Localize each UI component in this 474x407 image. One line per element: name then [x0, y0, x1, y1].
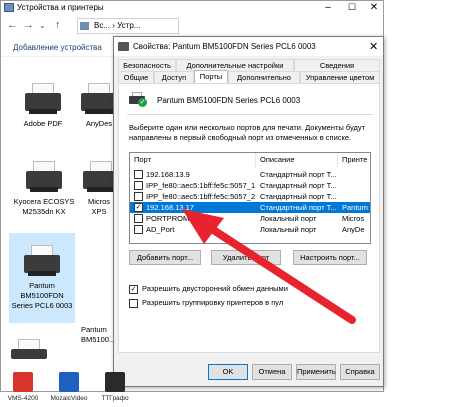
shortcut-label: VMS-4200 — [7, 395, 39, 402]
recent-chevron-icon[interactable]: ⌄ — [39, 21, 46, 30]
port-cell-desc: Локальный порт — [260, 225, 317, 234]
video-app-icon — [59, 372, 79, 392]
close-icon[interactable]: ✕ — [369, 40, 378, 53]
printer-icon — [22, 243, 62, 277]
port-cell-desc: Стандартный порт T... — [260, 203, 337, 212]
port-row[interactable]: IPP_fe80::aec5:1bff:fe5c:5057_1 Стандартн… — [130, 180, 370, 191]
tab-general[interactable]: Общие — [118, 71, 154, 83]
device-tile-pantum-2[interactable]: Pantum BM5100... — [81, 325, 117, 345]
add-device-button[interactable]: Добавление устройства — [13, 43, 102, 52]
column-header-port[interactable]: Порт — [130, 153, 256, 167]
address-bar-row: ← → ⌄ ↑ Вс... › Устр... — [1, 15, 383, 37]
port-checkbox[interactable] — [134, 225, 143, 234]
explorer-titlebar: Устройства и принтеры – ☐ ✕ — [1, 1, 383, 15]
control-panel-icon — [80, 22, 89, 30]
port-cell-port: PORTPROMPT: — [146, 214, 201, 223]
port-cell-printer: Pantum — [342, 203, 368, 212]
desktop-shortcut-ttgrafo[interactable]: ТТГрафо — [92, 372, 138, 402]
device-label: Pantum BM5100... — [81, 325, 116, 344]
device-tile-partial[interactable] — [9, 337, 49, 363]
device-label: Pantum BM5100FDN Series PCL6 0003 — [11, 281, 73, 310]
device-label: Kyocera ECOSYS M2535dn KX — [13, 197, 75, 216]
port-checkbox[interactable] — [134, 214, 143, 223]
port-cell-port: 192.168.13.9 — [146, 170, 190, 179]
port-row[interactable]: PORTPROMPT: Локальный порт Micros — [130, 213, 370, 224]
address-field[interactable]: Вс... › Устр... — [77, 18, 179, 34]
maximize-icon[interactable]: ☐ — [345, 2, 359, 13]
checkbox-label: Разрешить двусторонний обмен данными — [142, 284, 288, 293]
checkbox[interactable]: ✓ — [129, 284, 138, 294]
tab-advanced[interactable]: Дополнительно — [228, 71, 300, 83]
ports-tab-panel: ✓ Pantum BM5100FDN Series PCL6 0003 Выбе… — [118, 83, 380, 353]
port-checkbox[interactable] — [134, 181, 143, 190]
port-cell-port: AD_Port — [146, 225, 175, 234]
printer-icon — [24, 159, 64, 193]
device-tile-pantum-selected[interactable]: Pantum BM5100FDN Series PCL6 0003 — [9, 233, 75, 323]
tab-security[interactable]: Безопасность — [118, 59, 176, 71]
shortcut-label: MozaicVideo — [50, 395, 88, 402]
printer-ready-icon: ✓ — [129, 92, 147, 107]
minimize-icon[interactable]: – — [321, 2, 335, 13]
printer-name: Pantum BM5100FDN Series PCL6 0003 — [157, 96, 301, 105]
port-row[interactable]: 192.168.13.9 Стандартный порт T... — [130, 169, 370, 180]
graph-app-icon — [105, 372, 125, 392]
checkbox-label: Разрешить группировку принтеров в пул — [142, 298, 284, 307]
port-cell-printer: Micros — [342, 214, 365, 223]
device-tile-microsoft-xps[interactable]: Micros XPS — [81, 159, 117, 217]
divider — [127, 114, 373, 115]
printer-icon — [118, 42, 129, 51]
printer-pooling-checkbox[interactable]: Разрешить группировку принтеров в пул — [129, 298, 283, 308]
delete-port-button[interactable]: Удалить порт — [211, 250, 281, 265]
device-tile-kyocera[interactable]: Kyocera ECOSYS M2535dn KX — [9, 159, 79, 217]
port-checkbox[interactable] — [134, 170, 143, 179]
dialog-title: Свойства: Pantum BM5100FDN Series PCL6 0… — [133, 42, 316, 51]
port-row[interactable]: AD_Port Локальный порт AnyDe — [130, 224, 370, 235]
port-cell-desc: Стандартный порт T... — [260, 181, 337, 190]
printer-icon — [9, 337, 49, 359]
close-icon[interactable]: ✕ — [367, 2, 381, 13]
printer-icon — [23, 81, 63, 115]
tab-color-management[interactable]: Управление цветом — [300, 71, 380, 83]
forward-arrow-icon[interactable]: → — [23, 19, 34, 31]
column-header-description[interactable]: Описание — [256, 153, 338, 167]
ports-list[interactable]: Порт Описание Принте 192.168.13.9 Стандар… — [129, 152, 371, 244]
checkbox[interactable] — [129, 298, 138, 308]
printer-properties-dialog: Свойства: Pantum BM5100FDN Series PCL6 0… — [113, 36, 384, 387]
desktop-shortcut-mozaic[interactable]: MozaicVideo — [46, 372, 92, 402]
back-arrow-icon[interactable]: ← — [7, 19, 18, 31]
port-cell-desc: Стандартный порт T... — [260, 170, 337, 179]
bidirectional-support-checkbox[interactable]: ✓ Разрешить двусторонний обмен данными — [129, 284, 288, 294]
port-row[interactable]: IPP_fe80::aec5:1bff:fe5c:5057_2 Стандартн… — [130, 191, 370, 202]
port-row[interactable]: ✓ 192.168.13.17 Стандартный порт T... Pantu… — [130, 202, 370, 213]
add-port-button[interactable]: Добавить порт... — [129, 250, 201, 265]
port-cell-printer: AnyDe — [342, 225, 365, 234]
desktop-shortcut-vms[interactable]: VMS-4200 — [0, 372, 46, 402]
explorer-title: Устройства и принтеры — [17, 3, 104, 12]
port-checkbox[interactable]: ✓ — [134, 203, 143, 212]
port-cell-desc: Стандартный порт T... — [260, 192, 337, 201]
shortcut-label: ТТГрафо — [101, 395, 129, 402]
port-cell-port: IPP_fe80::aec5:1bff:fe5c:5057_1 — [146, 181, 256, 190]
device-label: Micros XPS — [87, 197, 111, 216]
vms-app-icon — [13, 372, 33, 392]
up-arrow-icon[interactable]: ↑ — [55, 19, 61, 31]
printer-icon — [81, 159, 117, 193]
port-cell-port: IPP_fe80::aec5:1bff:fe5c:5057_2 — [146, 192, 256, 201]
configure-port-button[interactable]: Настроить порт... — [293, 250, 367, 265]
column-header-printer[interactable]: Принте — [338, 153, 370, 167]
tab-sharing[interactable]: Доступ — [154, 71, 194, 83]
dialog-titlebar: Свойства: Pantum BM5100FDN Series PCL6 0… — [114, 37, 383, 56]
ports-instructions: Выберите один или несколько портов для п… — [129, 123, 366, 142]
port-cell-port: 192.168.13.17 — [146, 203, 194, 212]
device-label: Adobe PDF — [23, 119, 63, 128]
port-cell-desc: Локальный порт — [260, 214, 317, 223]
tab-details[interactable]: Сведения — [294, 59, 380, 71]
device-tile-adobe-pdf[interactable]: Adobe PDF — [13, 81, 73, 129]
desktop-shortcuts: VMS-4200 MozaicVideo ТТГрафо — [0, 366, 474, 407]
tab-ports[interactable]: Порты — [194, 70, 228, 83]
port-checkbox[interactable] — [134, 192, 143, 201]
folder-icon — [4, 3, 14, 12]
